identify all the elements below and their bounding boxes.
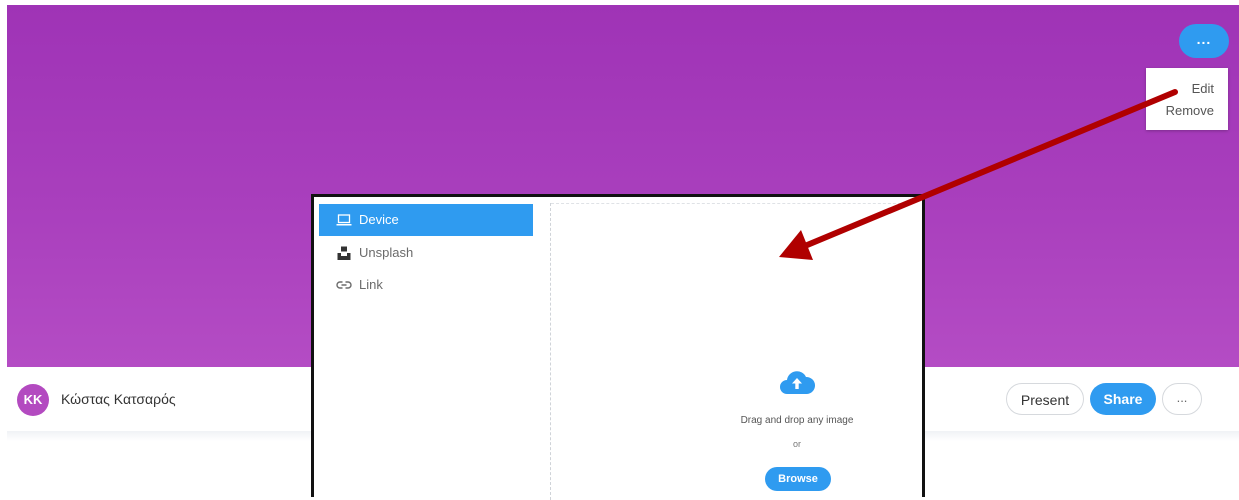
source-tab-link[interactable]: Link (319, 269, 533, 301)
dropzone-border (551, 203, 911, 204)
image-upload-dialog: Device Unsplash Link Drag and drop any i… (311, 194, 925, 500)
source-tab-unsplash[interactable]: Unsplash (319, 237, 533, 269)
menu-item-edit[interactable]: Edit (1192, 81, 1214, 96)
username: Κώστας Κατσαρός (61, 391, 176, 407)
unsplash-icon (337, 246, 351, 260)
source-tab-label: Unsplash (359, 245, 414, 260)
source-tab-label: Link (359, 277, 383, 292)
browse-button[interactable]: Browse (765, 467, 831, 491)
drop-instructions: Drag and drop any image (740, 415, 854, 426)
present-button[interactable]: Present (1006, 383, 1084, 415)
dialog-divider (550, 203, 551, 500)
cover-options-menu: Edit Remove (1146, 68, 1228, 130)
cover-options-button[interactable]: ... (1179, 24, 1229, 58)
menu-item-remove[interactable]: Remove (1166, 103, 1214, 118)
source-tab-device[interactable]: Device (319, 204, 533, 236)
cloud-upload-icon[interactable] (779, 369, 815, 395)
share-button[interactable]: Share (1090, 383, 1156, 415)
source-tab-label: Device (359, 212, 399, 227)
or-separator: or (792, 439, 801, 449)
more-options-button[interactable]: ... (1162, 383, 1202, 415)
laptop-icon (336, 214, 352, 226)
link-icon (336, 281, 352, 289)
avatar[interactable]: KK (17, 384, 49, 416)
